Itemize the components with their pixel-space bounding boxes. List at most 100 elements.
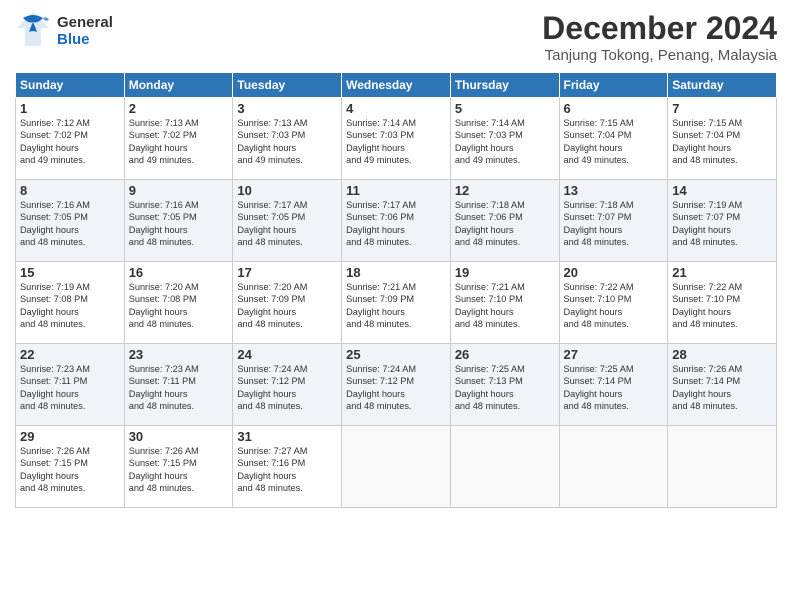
calendar-cell: 9 Sunrise: 7:16 AM Sunset: 7:05 PM Dayli… [124, 180, 233, 262]
title-section: December 2024 Tanjung Tokong, Penang, Ma… [542, 10, 777, 64]
day-info: Sunrise: 7:23 AM Sunset: 7:11 PM Dayligh… [20, 363, 120, 413]
day-number: 23 [129, 347, 229, 362]
calendar-cell: 12 Sunrise: 7:18 AM Sunset: 7:06 PM Dayl… [450, 180, 559, 262]
calendar-cell: 1 Sunrise: 7:12 AM Sunset: 7:02 PM Dayli… [16, 98, 125, 180]
day-number: 19 [455, 265, 555, 280]
calendar-cell: 29 Sunrise: 7:26 AM Sunset: 7:15 PM Dayl… [16, 426, 125, 508]
subtitle: Tanjung Tokong, Penang, Malaysia [542, 47, 777, 64]
page: General Blue December 2024 Tanjung Tokon… [0, 0, 792, 612]
calendar-cell: 14 Sunrise: 7:19 AM Sunset: 7:07 PM Dayl… [668, 180, 777, 262]
calendar-cell: 13 Sunrise: 7:18 AM Sunset: 7:07 PM Dayl… [559, 180, 668, 262]
day-number: 29 [20, 429, 120, 444]
calendar-cell: 30 Sunrise: 7:26 AM Sunset: 7:15 PM Dayl… [124, 426, 233, 508]
day-info: Sunrise: 7:27 AM Sunset: 7:16 PM Dayligh… [237, 445, 337, 495]
calendar-cell: 23 Sunrise: 7:23 AM Sunset: 7:11 PM Dayl… [124, 344, 233, 426]
calendar-cell: 27 Sunrise: 7:25 AM Sunset: 7:14 PM Dayl… [559, 344, 668, 426]
calendar-cell: 8 Sunrise: 7:16 AM Sunset: 7:05 PM Dayli… [16, 180, 125, 262]
day-info: Sunrise: 7:17 AM Sunset: 7:05 PM Dayligh… [237, 199, 337, 249]
day-info: Sunrise: 7:12 AM Sunset: 7:02 PM Dayligh… [20, 117, 120, 167]
day-info: Sunrise: 7:16 AM Sunset: 7:05 PM Dayligh… [129, 199, 229, 249]
calendar-cell: 17 Sunrise: 7:20 AM Sunset: 7:09 PM Dayl… [233, 262, 342, 344]
col-thursday: Thursday [450, 73, 559, 98]
calendar-week-row: 8 Sunrise: 7:16 AM Sunset: 7:05 PM Dayli… [16, 180, 777, 262]
calendar-cell: 7 Sunrise: 7:15 AM Sunset: 7:04 PM Dayli… [668, 98, 777, 180]
day-info: Sunrise: 7:22 AM Sunset: 7:10 PM Dayligh… [672, 281, 772, 331]
day-info: Sunrise: 7:24 AM Sunset: 7:12 PM Dayligh… [237, 363, 337, 413]
calendar-cell: 5 Sunrise: 7:14 AM Sunset: 7:03 PM Dayli… [450, 98, 559, 180]
day-info: Sunrise: 7:21 AM Sunset: 7:10 PM Dayligh… [455, 281, 555, 331]
day-info: Sunrise: 7:14 AM Sunset: 7:03 PM Dayligh… [346, 117, 446, 167]
calendar-cell: 21 Sunrise: 7:22 AM Sunset: 7:10 PM Dayl… [668, 262, 777, 344]
calendar-cell: 18 Sunrise: 7:21 AM Sunset: 7:09 PM Dayl… [342, 262, 451, 344]
calendar-week-row: 22 Sunrise: 7:23 AM Sunset: 7:11 PM Dayl… [16, 344, 777, 426]
day-number: 21 [672, 265, 772, 280]
day-number: 14 [672, 183, 772, 198]
main-title: December 2024 [542, 10, 777, 47]
calendar-cell: 11 Sunrise: 7:17 AM Sunset: 7:06 PM Dayl… [342, 180, 451, 262]
day-number: 8 [20, 183, 120, 198]
calendar-cell [559, 426, 668, 508]
day-info: Sunrise: 7:26 AM Sunset: 7:14 PM Dayligh… [672, 363, 772, 413]
calendar-cell: 15 Sunrise: 7:19 AM Sunset: 7:08 PM Dayl… [16, 262, 125, 344]
calendar-week-row: 1 Sunrise: 7:12 AM Sunset: 7:02 PM Dayli… [16, 98, 777, 180]
day-info: Sunrise: 7:21 AM Sunset: 7:09 PM Dayligh… [346, 281, 446, 331]
day-info: Sunrise: 7:17 AM Sunset: 7:06 PM Dayligh… [346, 199, 446, 249]
day-number: 22 [20, 347, 120, 362]
col-tuesday: Tuesday [233, 73, 342, 98]
day-info: Sunrise: 7:23 AM Sunset: 7:11 PM Dayligh… [129, 363, 229, 413]
day-info: Sunrise: 7:13 AM Sunset: 7:03 PM Dayligh… [237, 117, 337, 167]
day-number: 4 [346, 101, 446, 116]
day-info: Sunrise: 7:13 AM Sunset: 7:02 PM Dayligh… [129, 117, 229, 167]
day-info: Sunrise: 7:25 AM Sunset: 7:13 PM Dayligh… [455, 363, 555, 413]
calendar-cell: 28 Sunrise: 7:26 AM Sunset: 7:14 PM Dayl… [668, 344, 777, 426]
calendar-cell: 31 Sunrise: 7:27 AM Sunset: 7:16 PM Dayl… [233, 426, 342, 508]
day-info: Sunrise: 7:19 AM Sunset: 7:08 PM Dayligh… [20, 281, 120, 331]
day-info: Sunrise: 7:24 AM Sunset: 7:12 PM Dayligh… [346, 363, 446, 413]
day-number: 9 [129, 183, 229, 198]
day-number: 26 [455, 347, 555, 362]
day-number: 27 [564, 347, 664, 362]
day-info: Sunrise: 7:15 AM Sunset: 7:04 PM Dayligh… [564, 117, 664, 167]
day-number: 7 [672, 101, 772, 116]
col-friday: Friday [559, 73, 668, 98]
day-number: 3 [237, 101, 337, 116]
day-number: 17 [237, 265, 337, 280]
day-info: Sunrise: 7:15 AM Sunset: 7:04 PM Dayligh… [672, 117, 772, 167]
day-number: 25 [346, 347, 446, 362]
day-number: 2 [129, 101, 229, 116]
calendar-cell: 4 Sunrise: 7:14 AM Sunset: 7:03 PM Dayli… [342, 98, 451, 180]
day-number: 20 [564, 265, 664, 280]
header: General Blue December 2024 Tanjung Tokon… [15, 10, 777, 64]
logo-bird-icon [15, 10, 53, 52]
day-number: 5 [455, 101, 555, 116]
day-number: 1 [20, 101, 120, 116]
calendar-cell: 10 Sunrise: 7:17 AM Sunset: 7:05 PM Dayl… [233, 180, 342, 262]
calendar-cell: 2 Sunrise: 7:13 AM Sunset: 7:02 PM Dayli… [124, 98, 233, 180]
calendar-cell: 3 Sunrise: 7:13 AM Sunset: 7:03 PM Dayli… [233, 98, 342, 180]
day-number: 28 [672, 347, 772, 362]
calendar-cell [450, 426, 559, 508]
day-info: Sunrise: 7:26 AM Sunset: 7:15 PM Dayligh… [20, 445, 120, 495]
day-number: 18 [346, 265, 446, 280]
day-info: Sunrise: 7:18 AM Sunset: 7:07 PM Dayligh… [564, 199, 664, 249]
calendar-cell: 19 Sunrise: 7:21 AM Sunset: 7:10 PM Dayl… [450, 262, 559, 344]
calendar-cell: 26 Sunrise: 7:25 AM Sunset: 7:13 PM Dayl… [450, 344, 559, 426]
day-number: 12 [455, 183, 555, 198]
calendar-cell: 24 Sunrise: 7:24 AM Sunset: 7:12 PM Dayl… [233, 344, 342, 426]
logo-text: General Blue [57, 14, 113, 48]
day-info: Sunrise: 7:18 AM Sunset: 7:06 PM Dayligh… [455, 199, 555, 249]
calendar-header-row: Sunday Monday Tuesday Wednesday Thursday… [16, 73, 777, 98]
day-number: 16 [129, 265, 229, 280]
day-number: 10 [237, 183, 337, 198]
day-info: Sunrise: 7:19 AM Sunset: 7:07 PM Dayligh… [672, 199, 772, 249]
col-saturday: Saturday [668, 73, 777, 98]
calendar-cell: 20 Sunrise: 7:22 AM Sunset: 7:10 PM Dayl… [559, 262, 668, 344]
day-info: Sunrise: 7:20 AM Sunset: 7:09 PM Dayligh… [237, 281, 337, 331]
col-wednesday: Wednesday [342, 73, 451, 98]
day-number: 13 [564, 183, 664, 198]
calendar-cell: 22 Sunrise: 7:23 AM Sunset: 7:11 PM Dayl… [16, 344, 125, 426]
day-info: Sunrise: 7:25 AM Sunset: 7:14 PM Dayligh… [564, 363, 664, 413]
day-number: 30 [129, 429, 229, 444]
calendar-week-row: 29 Sunrise: 7:26 AM Sunset: 7:15 PM Dayl… [16, 426, 777, 508]
day-info: Sunrise: 7:22 AM Sunset: 7:10 PM Dayligh… [564, 281, 664, 331]
